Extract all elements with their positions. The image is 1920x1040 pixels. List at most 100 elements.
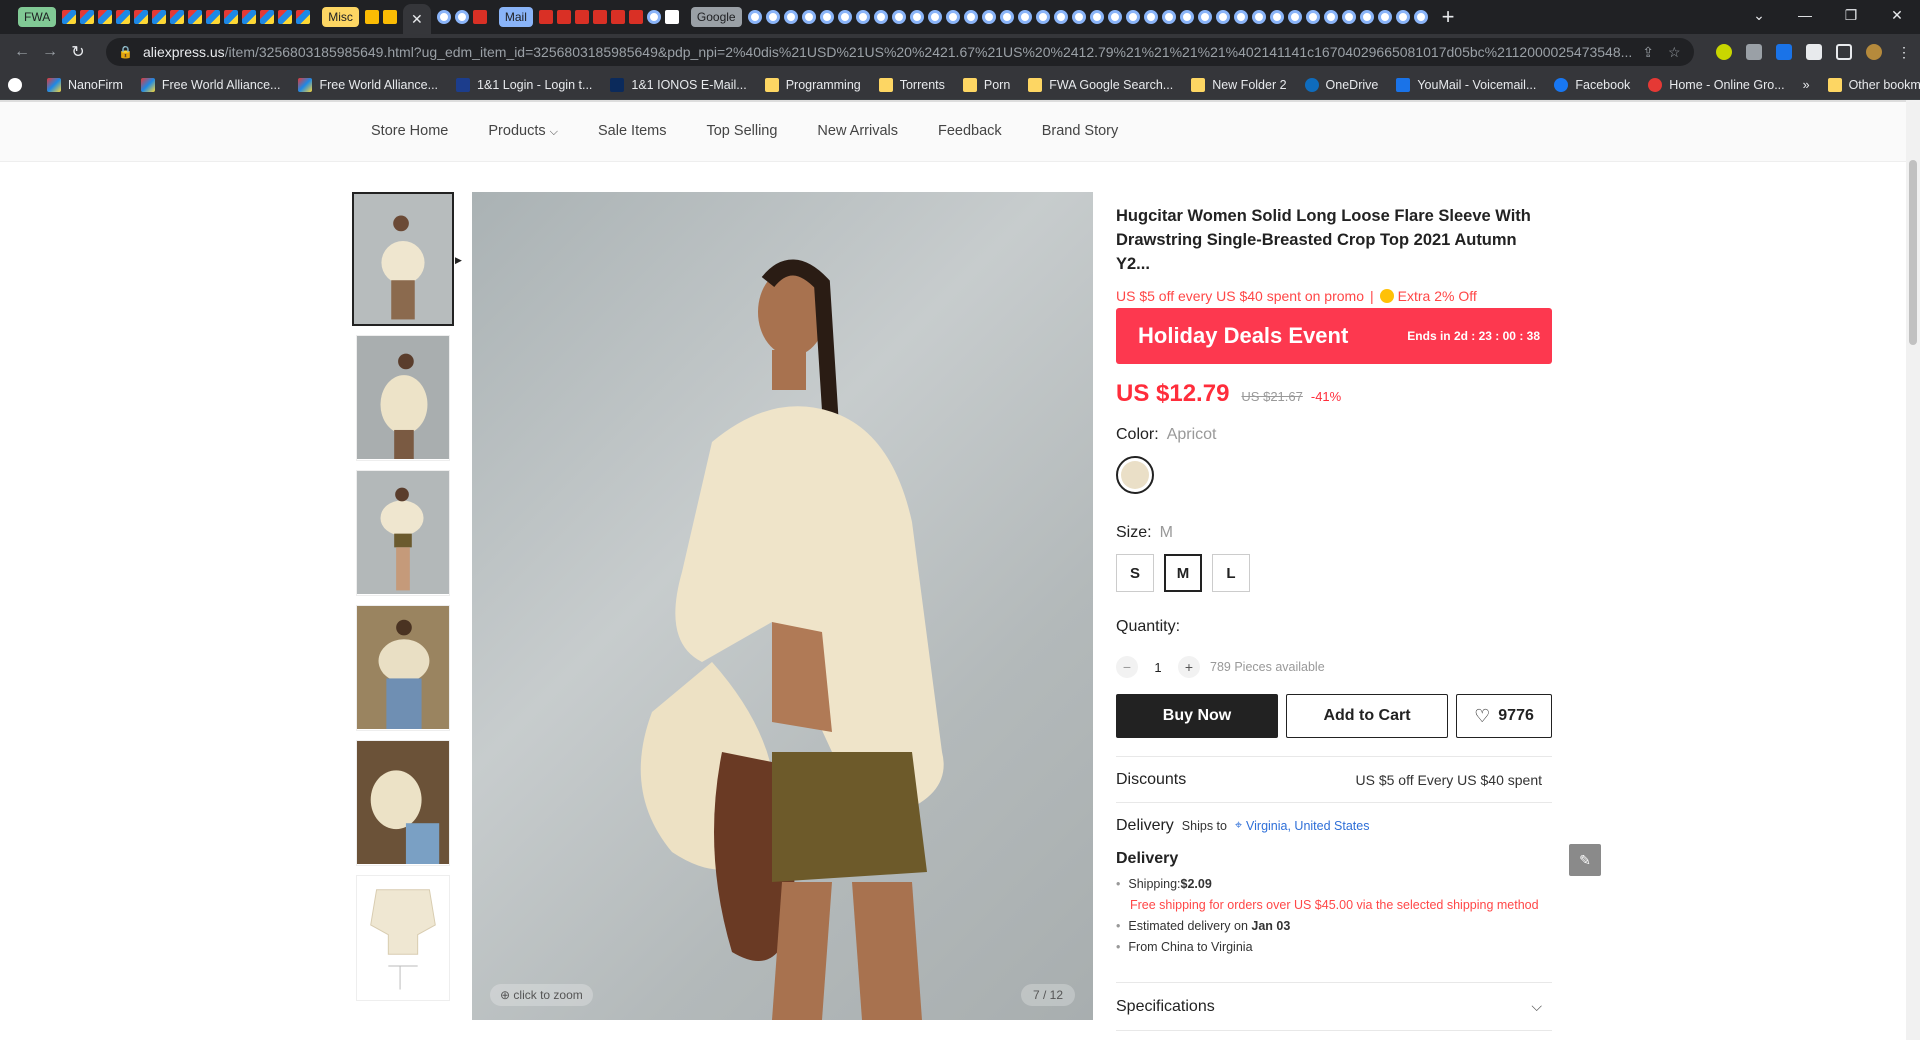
bookmark[interactable]: OneDrive [1304,77,1378,92]
extension-icon[interactable] [1716,44,1732,60]
tab-favicon[interactable] [963,10,978,24]
tab-group-misc[interactable]: Misc [322,7,359,27]
bookmark-folder[interactable]: New Folder 2 [1191,77,1287,92]
tab-favicon[interactable] [538,10,553,24]
bookmark[interactable]: Home - Online Gro... [1648,77,1785,92]
bookmark[interactable]: Facebook [1554,77,1630,92]
tab-favicon[interactable] [1215,10,1230,24]
tab-favicon[interactable] [945,10,960,24]
color-swatch-apricot[interactable] [1116,456,1154,494]
tab-favicon[interactable] [98,10,113,24]
tab-favicon[interactable] [801,10,816,24]
extension-icon[interactable] [1746,44,1762,60]
tab-favicon[interactable] [909,10,924,24]
bookmark-star-icon[interactable]: ☆ [1668,44,1681,61]
tab-group-mail[interactable]: Mail [498,7,533,27]
tab-favicon[interactable] [382,10,397,24]
tab-favicon[interactable] [1395,10,1410,24]
add-to-cart-button[interactable]: Add to Cart [1286,694,1448,738]
tab-favicon[interactable] [610,10,625,24]
lock-icon[interactable]: 🔒 [118,45,133,59]
tab-favicon[interactable] [1125,10,1140,24]
bookmark-folder[interactable]: FWA Google Search... [1028,77,1173,92]
tab-favicon[interactable] [837,10,852,24]
tab-group-fwa[interactable]: FWA [18,7,57,27]
thumbnail[interactable] [356,335,450,461]
tab-favicon[interactable] [62,10,77,24]
wishlist-button[interactable]: ♡ 9776 [1456,694,1552,738]
discounts-row[interactable]: Discounts US $5 off Every US $40 spent [1116,756,1552,802]
quantity-value[interactable]: 1 [1138,660,1178,675]
thumbnail[interactable] [356,875,450,1001]
size-option-m[interactable]: M [1164,554,1202,592]
tab-favicon[interactable] [364,10,379,24]
tab-favicon[interactable] [260,10,275,24]
tab-favicon[interactable] [1197,10,1212,24]
tab-favicon[interactable] [646,10,661,24]
tab-favicon[interactable] [628,10,643,24]
tab-favicon[interactable] [436,10,451,24]
tab-favicon[interactable] [1251,10,1266,24]
tab-favicon[interactable] [783,10,798,24]
tab-favicon[interactable] [1107,10,1122,24]
scrollbar[interactable] [1906,100,1920,1040]
tab-favicon[interactable] [556,10,571,24]
tab-favicon[interactable] [999,10,1014,24]
bookmark-folder[interactable]: Torrents [878,77,945,92]
tab-favicon[interactable] [1413,10,1428,24]
tab-favicon[interactable] [152,10,167,24]
tab-favicon[interactable] [891,10,906,24]
next-section-row[interactable]: ⌵ [1116,1030,1552,1040]
tab-favicon[interactable] [592,10,607,24]
tab-favicon[interactable] [134,10,149,24]
tab-favicon[interactable] [1269,10,1284,24]
nav-store-home[interactable]: Store Home [371,123,448,139]
tab-favicon[interactable] [1305,10,1320,24]
bookmark[interactable]: YouMail - Voicemail... [1396,77,1536,92]
tab-favicon[interactable] [170,10,185,24]
edit-pencil-icon[interactable]: ✎ [1569,844,1601,876]
extra-off[interactable]: Extra 2% Off [1398,288,1477,304]
scrollbar-thumb[interactable] [1909,160,1917,345]
ships-to-location[interactable]: ⌖ Virginia, United States [1235,818,1370,833]
thumbnail[interactable] [356,470,450,596]
tab-favicon[interactable] [296,10,311,24]
tab-favicon[interactable] [855,10,870,24]
nav-top-selling[interactable]: Top Selling [706,123,777,139]
tab-favicon[interactable] [927,10,942,24]
tab-favicon[interactable] [819,10,834,24]
size-option-l[interactable]: L [1212,554,1250,592]
tab-favicon[interactable] [224,10,239,24]
thumbnail-selected[interactable] [352,192,454,326]
nav-sale-items[interactable]: Sale Items [598,123,667,139]
tab-favicon[interactable] [765,10,780,24]
tab-favicon[interactable] [747,10,762,24]
bookmark[interactable]: Free World Alliance... [140,77,280,92]
reload-icon[interactable]: ↻ [64,42,92,62]
tab-favicon[interactable] [1161,10,1176,24]
tab-favicon[interactable] [1233,10,1248,24]
address-bar[interactable]: 🔒 aliexpress.us /item/3256803185985649.h… [106,38,1694,66]
nav-new-arrivals[interactable]: New Arrivals [817,123,898,139]
thumbnail[interactable] [356,605,450,731]
bookmark[interactable]: 1&1 IONOS E-Mail... [610,77,747,92]
tab-favicon[interactable] [1377,10,1392,24]
bookmark[interactable]: Free World Alliance... [298,77,438,92]
share-icon[interactable]: ⇪ [1642,44,1654,61]
promo-link[interactable]: US $5 off every US $40 spent on promo [1116,288,1364,304]
tab-favicon[interactable] [1017,10,1032,24]
tab-favicon[interactable] [206,10,221,24]
buy-now-button[interactable]: Buy Now [1116,694,1278,738]
tab-favicon[interactable] [116,10,131,24]
back-arrow-icon[interactable]: ← [8,43,36,61]
tab-favicon[interactable] [574,10,589,24]
minus-icon[interactable]: − [1116,656,1138,678]
forward-arrow-icon[interactable]: → [36,43,64,61]
main-product-image[interactable]: ⊕ click to zoom 7 / 12 [472,192,1093,1020]
more-bookmarks-icon[interactable]: » [1803,78,1810,92]
thumbnail[interactable] [356,740,450,866]
nav-products[interactable]: Products ⌵ [488,123,558,139]
tab-favicon[interactable] [1179,10,1194,24]
bookmark-google[interactable] [8,77,29,92]
menu-kebab-icon[interactable]: ⋮ [1896,44,1912,60]
